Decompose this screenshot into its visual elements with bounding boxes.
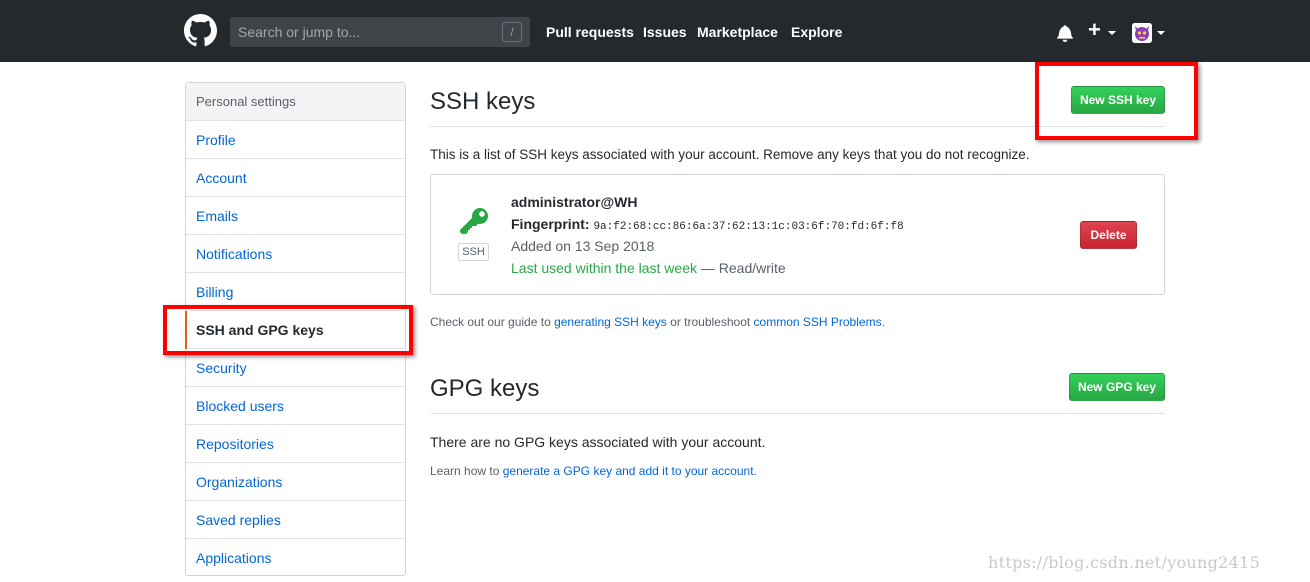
search-input[interactable]	[230, 17, 500, 47]
fingerprint-value: 9a:f2:68:cc:86:6a:37:62:13:1c:03:6f:70:f…	[593, 221, 904, 233]
generating-ssh-keys-link[interactable]: generating SSH keys	[554, 315, 667, 329]
common-ssh-problems-link[interactable]: common SSH Problems	[754, 315, 882, 329]
ssh-key-added-date: Added on 13 Sep 2018	[511, 238, 655, 254]
github-octocat-icon[interactable]	[184, 14, 217, 47]
ssh-guide-prefix: Check out our guide to	[430, 315, 555, 329]
ssh-description: This is a list of SSH keys associated wi…	[430, 147, 1030, 162]
generate-gpg-key-link[interactable]: generate a GPG key and add it to your ac…	[503, 464, 754, 478]
ssh-key-type-badge: SSH	[458, 243, 489, 261]
bell-icon[interactable]	[1056, 24, 1074, 42]
highlight-box-ssh-gpg-sidebar	[163, 305, 413, 355]
nav-issues[interactable]: Issues	[643, 24, 687, 40]
sidebar-item-profile[interactable]: Profile	[186, 121, 405, 159]
ssh-guide-text: Check out our guide to generating SSH ke…	[430, 315, 885, 329]
ssh-key-access: — Read/write	[697, 260, 786, 276]
watermark-text: https://blog.csdn.net/young2415	[988, 553, 1261, 572]
nav-marketplace[interactable]: Marketplace	[697, 24, 778, 40]
ssh-key-last-used: Last used within the last week	[511, 260, 697, 276]
ssh-key-fingerprint-row: Fingerprint: 9a:f2:68:cc:86:6a:37:62:13:…	[511, 216, 904, 233]
gpg-learn-suffix: .	[753, 464, 757, 478]
sidebar-heading: Personal settings	[186, 83, 405, 121]
create-new-icon[interactable]: +	[1088, 19, 1101, 41]
key-icon	[460, 208, 488, 234]
ssh-guide-middle: or troubleshoot	[666, 315, 754, 329]
fingerprint-label: Fingerprint:	[511, 216, 590, 232]
nav-pull-requests[interactable]: Pull requests	[546, 24, 634, 40]
new-gpg-key-button[interactable]: New GPG key	[1069, 373, 1165, 401]
ssh-key-card	[430, 174, 1165, 295]
search-box[interactable]	[230, 17, 530, 47]
chevron-down-icon[interactable]	[1157, 31, 1165, 35]
sidebar-item-applications[interactable]: Applications	[186, 539, 405, 577]
chevron-down-icon[interactable]	[1108, 31, 1116, 35]
sidebar-item-organizations[interactable]: Organizations	[186, 463, 405, 501]
nav-explore[interactable]: Explore	[791, 24, 842, 40]
delete-ssh-key-button[interactable]: Delete	[1080, 221, 1137, 249]
gpg-empty-message: There are no GPG keys associated with yo…	[430, 434, 766, 450]
sidebar-item-repositories[interactable]: Repositories	[186, 425, 405, 463]
top-header: / Pull requests Issues Marketplace Explo…	[0, 0, 1310, 62]
search-shortcut-hint: /	[502, 22, 522, 42]
highlight-box-new-ssh-key	[1035, 62, 1198, 140]
sidebar-item-notifications[interactable]: Notifications	[186, 235, 405, 273]
sidebar-item-account[interactable]: Account	[186, 159, 405, 197]
ssh-keys-title: SSH keys	[430, 88, 536, 115]
gpg-keys-title: GPG keys	[430, 375, 540, 402]
sidebar-item-emails[interactable]: Emails	[186, 197, 405, 235]
ssh-guide-suffix: .	[881, 315, 885, 329]
gpg-learn-text: Learn how to generate a GPG key and add …	[430, 464, 757, 478]
sidebar-item-saved-replies[interactable]: Saved replies	[186, 501, 405, 539]
avatar-icon	[1132, 23, 1152, 43]
divider	[430, 413, 1165, 414]
ssh-key-usage-row: Last used within the last week — Read/wr…	[511, 260, 786, 276]
gpg-learn-prefix: Learn how to	[430, 464, 503, 478]
sidebar-item-blocked-users[interactable]: Blocked users	[186, 387, 405, 425]
ssh-key-name: administrator@WH	[511, 194, 638, 210]
avatar[interactable]	[1132, 23, 1152, 43]
